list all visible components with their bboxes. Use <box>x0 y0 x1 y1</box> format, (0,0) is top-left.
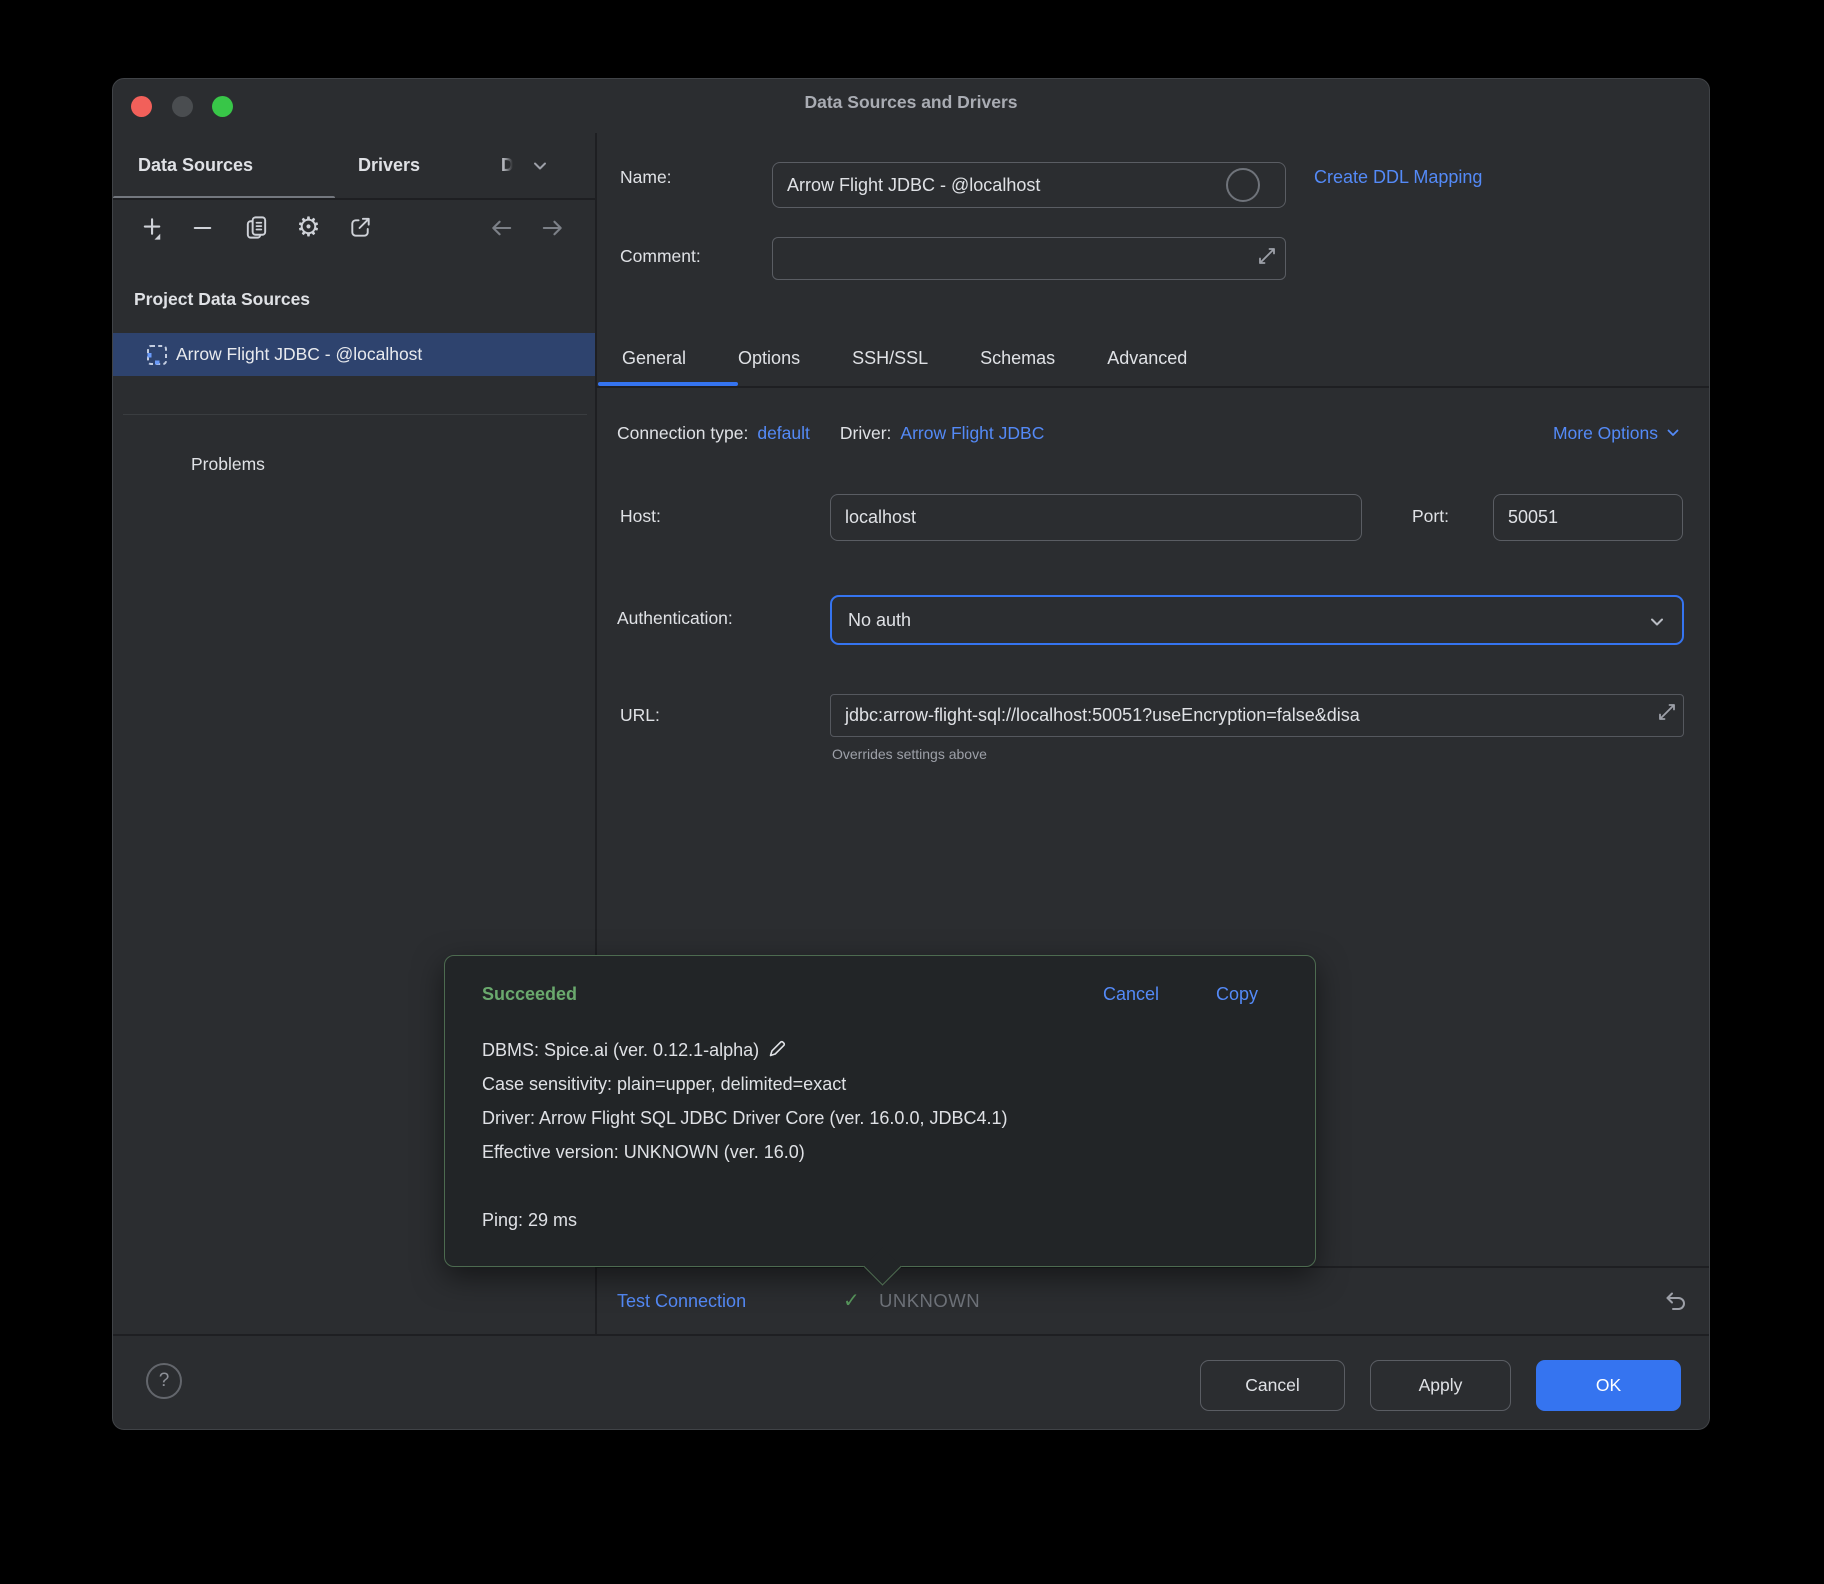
forward-button[interactable] <box>539 214 566 241</box>
test-connection-result-popup: Succeeded Cancel Copy DBMS: Spice.ai (ve… <box>444 955 1316 1267</box>
tab-general[interactable]: General <box>622 348 686 369</box>
sidebar-tab-bar: Data Sources Drivers D <box>113 133 595 200</box>
edit-pencil-icon[interactable] <box>767 1038 788 1059</box>
project-data-sources-header: Project Data Sources <box>134 284 310 314</box>
driver-label: Driver: <box>840 423 892 444</box>
gear-icon: ⚙ <box>296 214 320 241</box>
minus-icon <box>189 214 216 242</box>
settings-button[interactable]: ⚙ <box>295 214 322 241</box>
port-label: Port: <box>1412 506 1449 527</box>
connection-status-text: UNKNOWN <box>879 1280 980 1322</box>
cancel-button[interactable]: Cancel <box>1200 1360 1345 1411</box>
arrow-left-icon <box>488 214 515 242</box>
tab-data-sources[interactable]: Data Sources <box>138 133 253 198</box>
tab-overflow-truncated[interactable]: D <box>501 133 514 198</box>
popup-line-driver: Driver: Arrow Flight SQL JDBC Driver Cor… <box>482 1101 1285 1135</box>
test-connection-link[interactable]: Test Connection <box>617 1280 746 1322</box>
data-sources-dialog: Data Sources and Drivers Data Sources Dr… <box>112 78 1710 1430</box>
name-input[interactable]: Arrow Flight JDBC - @localhost <box>772 162 1286 208</box>
data-source-label: Arrow Flight JDBC - @localhost <box>176 333 422 376</box>
data-source-list-item-selected[interactable]: Arrow Flight JDBC - @localhost <box>113 333 595 376</box>
tab-advanced[interactable]: Advanced <box>1107 348 1187 369</box>
tab-ssh-ssl[interactable]: SSH/SSL <box>852 348 928 369</box>
host-input[interactable]: localhost <box>830 494 1362 541</box>
remove-button[interactable] <box>189 214 216 241</box>
chevron-down-icon[interactable] <box>529 155 551 177</box>
comment-label: Comment: <box>620 246 701 267</box>
arrow-right-icon <box>539 214 566 242</box>
tab-schemas[interactable]: Schemas <box>980 348 1055 369</box>
question-mark-icon: ? <box>159 1370 170 1392</box>
popup-dbms-text: DBMS: Spice.ai (ver. 0.12.1-alpha) <box>482 1040 759 1060</box>
popup-copy-link[interactable]: Copy <box>1216 984 1258 1005</box>
ok-button[interactable]: OK <box>1536 1360 1681 1411</box>
connection-type-value[interactable]: default <box>757 423 810 444</box>
sidebar-item-problems[interactable]: Problems <box>191 447 265 481</box>
action-buttons: Cancel Apply OK <box>1200 1360 1681 1411</box>
expand-comment-icon[interactable] <box>1256 245 1278 267</box>
revert-button[interactable] <box>1663 1289 1689 1315</box>
port-input[interactable]: 50051 <box>1493 494 1683 541</box>
export-icon <box>347 214 374 242</box>
connection-type-row: Connection type: default Driver: Arrow F… <box>617 419 1044 447</box>
sidebar-divider <box>123 414 587 415</box>
more-options-link[interactable]: More Options <box>1553 419 1682 447</box>
chevron-down-icon <box>1664 424 1682 442</box>
tab-options[interactable]: Options <box>738 348 800 369</box>
duplicate-icon <box>243 214 270 242</box>
window-title: Data Sources and Drivers <box>113 92 1709 113</box>
apply-button[interactable]: Apply <box>1370 1360 1511 1411</box>
popup-line-case: Case sensitivity: plain=upper, delimited… <box>482 1067 1285 1101</box>
popup-line-dbms: DBMS: Spice.ai (ver. 0.12.1-alpha) <box>482 1033 1285 1067</box>
name-refresh-spinner-icon <box>1226 168 1260 202</box>
plus-icon <box>140 214 167 242</box>
authentication-label: Authentication: <box>617 608 733 629</box>
export-button[interactable] <box>347 214 374 241</box>
settings-tab-bar: General Options SSH/SSL Schemas Advanced <box>622 331 1187 386</box>
url-label: URL: <box>620 705 660 726</box>
url-input[interactable]: jdbc:arrow-flight-sql://localhost:50051?… <box>830 694 1684 737</box>
expand-url-icon[interactable] <box>1656 701 1678 723</box>
more-options-label: More Options <box>1553 423 1658 444</box>
tabs-divider <box>596 386 1709 388</box>
name-label: Name: <box>620 167 672 188</box>
screen: Data Sources and Drivers Data Sources Dr… <box>0 0 1824 1584</box>
popup-line-ping: Ping: 29 ms <box>482 1203 1285 1237</box>
chevron-down-icon <box>1646 611 1668 633</box>
url-caption: Overrides settings above <box>832 746 987 762</box>
check-icon: ✓ <box>843 1280 860 1322</box>
duplicate-button[interactable] <box>243 214 270 241</box>
back-button[interactable] <box>488 214 515 241</box>
undo-icon <box>1663 1289 1689 1315</box>
popup-line-version: Effective version: UNKNOWN (ver. 16.0) <box>482 1135 1285 1169</box>
connection-type-label: Connection type: <box>617 423 748 444</box>
comment-input[interactable] <box>772 237 1286 280</box>
dialog-button-bar: ? Cancel Apply OK <box>113 1334 1709 1429</box>
authentication-value: No auth <box>848 610 911 631</box>
authentication-select[interactable]: No auth <box>830 595 1684 645</box>
arrow-flight-driver-icon <box>145 343 169 367</box>
add-data-source-button[interactable] <box>140 214 167 241</box>
active-tab-underline <box>113 196 335 200</box>
tab-drivers[interactable]: Drivers <box>358 133 420 198</box>
create-ddl-mapping-link[interactable]: Create DDL Mapping <box>1314 167 1482 188</box>
host-label: Host: <box>620 506 661 527</box>
driver-value-link[interactable]: Arrow Flight JDBC <box>900 423 1044 444</box>
popup-cancel-link[interactable]: Cancel <box>1103 984 1159 1005</box>
help-button[interactable]: ? <box>146 1363 182 1399</box>
popup-status: Succeeded <box>482 984 577 1005</box>
